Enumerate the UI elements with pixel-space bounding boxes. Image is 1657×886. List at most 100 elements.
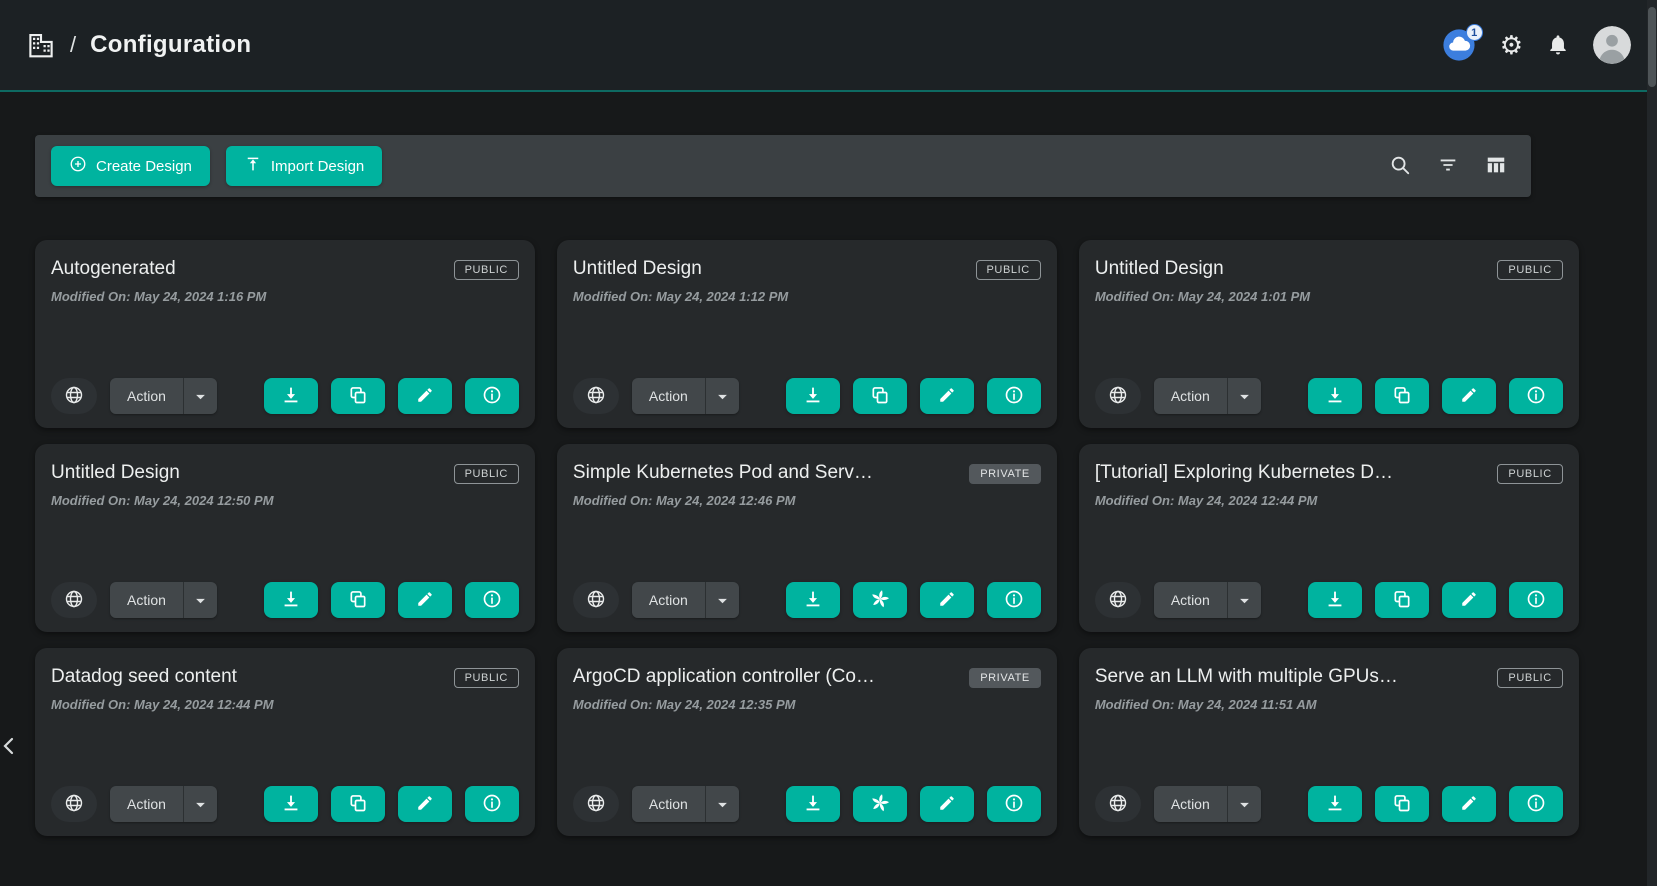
edit-button[interactable] xyxy=(1442,786,1496,822)
globe-icon xyxy=(1108,385,1128,408)
download-icon xyxy=(802,792,824,817)
spiral-button[interactable] xyxy=(853,582,907,618)
publish-globe-button[interactable] xyxy=(573,582,619,618)
info-button[interactable] xyxy=(987,582,1041,618)
spiral-button[interactable] xyxy=(853,786,907,822)
collapse-chevron-icon[interactable] xyxy=(1,734,17,758)
action-dropdown-button[interactable] xyxy=(705,786,739,822)
info-button[interactable] xyxy=(465,786,519,822)
edit-button[interactable] xyxy=(920,378,974,414)
download-button[interactable] xyxy=(1308,786,1362,822)
download-button[interactable] xyxy=(264,378,318,414)
download-icon xyxy=(802,384,824,409)
create-design-button[interactable]: Create Design xyxy=(51,146,210,186)
download-button[interactable] xyxy=(786,582,840,618)
action-button[interactable]: Action xyxy=(632,786,705,822)
design-card: Untitled Design PUBLIC Modified On: May … xyxy=(1079,240,1579,428)
edit-button[interactable] xyxy=(920,582,974,618)
action-button[interactable]: Action xyxy=(110,378,183,414)
copy-button[interactable] xyxy=(331,786,385,822)
search-button[interactable] xyxy=(1389,154,1411,179)
visibility-badge: PUBLIC xyxy=(976,260,1041,280)
action-button[interactable]: Action xyxy=(632,378,705,414)
publish-globe-button[interactable] xyxy=(1095,582,1141,618)
edit-button[interactable] xyxy=(398,378,452,414)
action-dropdown-button[interactable] xyxy=(183,786,217,822)
publish-globe-button[interactable] xyxy=(573,786,619,822)
edit-button[interactable] xyxy=(1442,378,1496,414)
modified-date: Modified On: May 24, 2024 1:12 PM xyxy=(573,289,1041,304)
copy-button[interactable] xyxy=(1375,582,1429,618)
info-button[interactable] xyxy=(1509,378,1563,414)
copy-button[interactable] xyxy=(331,378,385,414)
action-button[interactable]: Action xyxy=(1154,786,1227,822)
edit-pencil-icon xyxy=(416,794,434,815)
scrollbar-thumb[interactable] xyxy=(1648,7,1656,87)
settings-gear-icon[interactable]: ⚙ xyxy=(1500,32,1523,58)
import-design-button[interactable]: Import Design xyxy=(226,146,382,186)
copy-button[interactable] xyxy=(853,378,907,414)
edit-button[interactable] xyxy=(920,786,974,822)
globe-icon xyxy=(586,589,606,612)
notification-count-badge: 1 xyxy=(1466,24,1483,41)
publish-globe-button[interactable] xyxy=(573,378,619,414)
action-button[interactable]: Action xyxy=(110,786,183,822)
action-dropdown-button[interactable] xyxy=(705,582,739,618)
download-button[interactable] xyxy=(786,786,840,822)
copy-button[interactable] xyxy=(331,582,385,618)
edit-button[interactable] xyxy=(398,582,452,618)
header-actions: 1 ⚙ xyxy=(1442,26,1631,64)
edit-button[interactable] xyxy=(1442,582,1496,618)
info-button[interactable] xyxy=(465,582,519,618)
modified-date: Modified On: May 24, 2024 12:46 PM xyxy=(573,493,1041,508)
user-avatar[interactable] xyxy=(1593,26,1631,64)
action-button[interactable]: Action xyxy=(110,582,183,618)
action-dropdown-button[interactable] xyxy=(1227,378,1261,414)
edit-button[interactable] xyxy=(398,786,452,822)
modified-date: Modified On: May 24, 2024 12:44 PM xyxy=(51,697,519,712)
info-button[interactable] xyxy=(1509,786,1563,822)
cloud-status-button[interactable]: 1 xyxy=(1442,28,1476,62)
design-title: Untitled Design xyxy=(573,258,702,280)
breadcrumb: / Configuration xyxy=(26,30,251,60)
action-dropdown-button[interactable] xyxy=(183,582,217,618)
modified-date: Modified On: May 24, 2024 12:50 PM xyxy=(51,493,519,508)
table-view-button[interactable] xyxy=(1485,154,1507,179)
info-button[interactable] xyxy=(987,786,1041,822)
download-button[interactable] xyxy=(1308,378,1362,414)
info-button[interactable] xyxy=(465,378,519,414)
download-button[interactable] xyxy=(264,786,318,822)
globe-icon xyxy=(64,793,84,816)
copy-button[interactable] xyxy=(1375,786,1429,822)
action-dropdown-button[interactable] xyxy=(705,378,739,414)
action-button[interactable]: Action xyxy=(1154,378,1227,414)
publish-globe-button[interactable] xyxy=(1095,786,1141,822)
action-dropdown-button[interactable] xyxy=(1227,582,1261,618)
publish-globe-button[interactable] xyxy=(51,786,97,822)
card-header: Datadog seed content PUBLIC xyxy=(51,666,519,688)
action-button[interactable]: Action xyxy=(632,582,705,618)
action-dropdown-button[interactable] xyxy=(1227,786,1261,822)
action-dropdown-button[interactable] xyxy=(183,378,217,414)
edit-pencil-icon xyxy=(938,590,956,611)
download-button[interactable] xyxy=(786,378,840,414)
copy-icon xyxy=(348,793,368,816)
action-button[interactable]: Action xyxy=(1154,582,1227,618)
publish-globe-button[interactable] xyxy=(1095,378,1141,414)
download-button[interactable] xyxy=(264,582,318,618)
building-icon[interactable] xyxy=(26,30,56,60)
download-button[interactable] xyxy=(1308,582,1362,618)
create-design-label: Create Design xyxy=(96,158,192,175)
card-actions: Action xyxy=(573,582,1041,618)
visibility-badge: PRIVATE xyxy=(969,668,1041,688)
info-icon xyxy=(482,385,502,408)
info-button[interactable] xyxy=(987,378,1041,414)
publish-globe-button[interactable] xyxy=(51,582,97,618)
publish-globe-button[interactable] xyxy=(51,378,97,414)
info-button[interactable] xyxy=(1509,582,1563,618)
info-icon xyxy=(482,589,502,612)
copy-button[interactable] xyxy=(1375,378,1429,414)
filter-button[interactable] xyxy=(1437,154,1459,179)
notifications-bell-icon[interactable] xyxy=(1547,33,1569,57)
edit-pencil-icon xyxy=(1460,590,1478,611)
